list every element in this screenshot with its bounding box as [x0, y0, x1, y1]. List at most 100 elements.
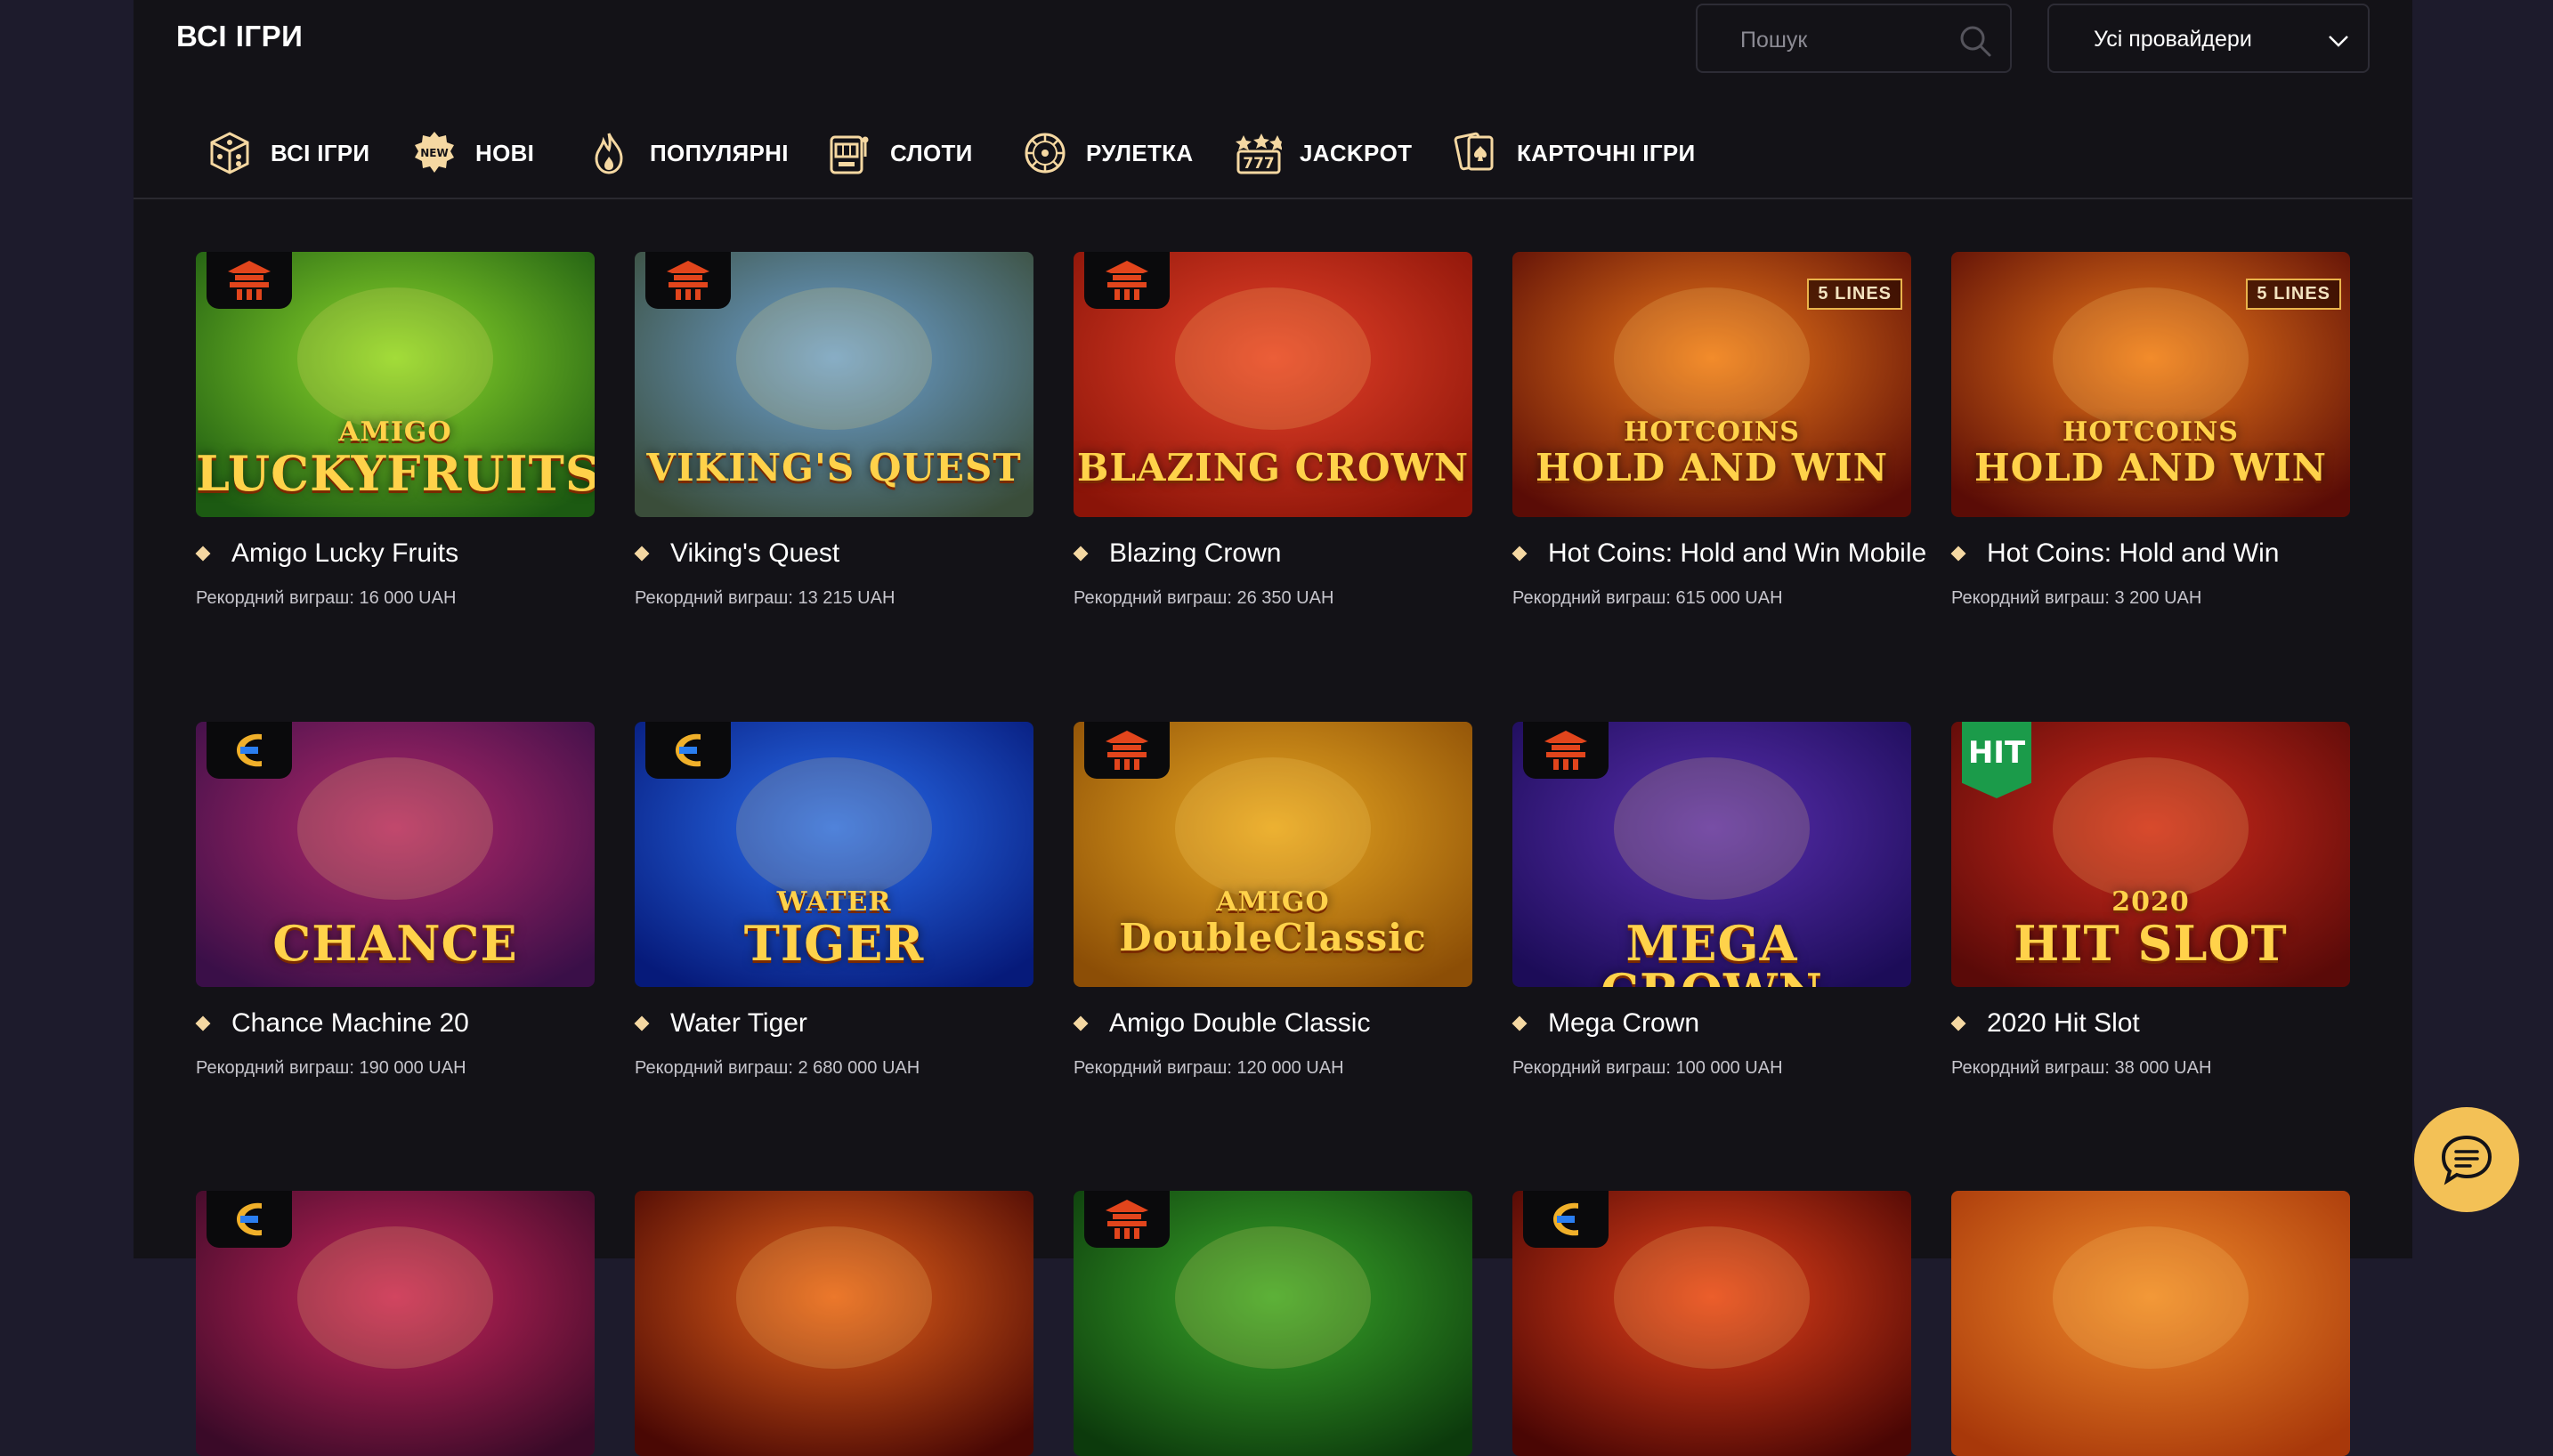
fire-icon [595, 133, 623, 174]
provider-badge [1523, 1191, 1609, 1248]
game-card[interactable]: HOTCOINS HOLD AND WIN 5 LINES Hot Coins: Ho… [1950, 252, 2350, 608]
tab-popular[interactable]: ПОПУЛЯРНІ [586, 125, 789, 182]
lines-badge: 5 LINES [1807, 279, 1902, 310]
diamond-bullet-icon [1950, 546, 1966, 562]
game-thumbnail[interactable]: CHANCE [196, 722, 595, 987]
tab-slots[interactable]: СЛОТИ [826, 125, 973, 182]
provider-badge [645, 722, 731, 779]
record-win: Рекордний виграш: 100 000 UAH [1512, 1058, 1783, 1078]
game-card[interactable] [1951, 1191, 2350, 1456]
tab-new[interactable]: NEW НОВІ [411, 125, 534, 182]
hit-badge: HIT [1962, 722, 2031, 798]
provider-badge [1084, 1191, 1170, 1248]
game-thumbnail[interactable] [1951, 1191, 2350, 1456]
game-thumbnail[interactable]: WATER TIGER [635, 722, 1033, 987]
tab-label: РУЛЕТКА [1086, 139, 1194, 166]
game-card[interactable]: HOTCOINS HOLD AND WIN 5 LINES Hot Coins: Ho… [1512, 252, 1926, 608]
game-thumbnail[interactable] [1074, 1191, 1472, 1456]
game-title[interactable]: Chance Machine 20 [231, 1008, 469, 1039]
game-card[interactable]: MEGA CROWN Mega Crown Рекордний виграш: 10… [1512, 722, 1911, 1078]
tab-label: СЛОТИ [890, 139, 973, 166]
pagoda-icon [1106, 731, 1148, 770]
diamond-bullet-icon [634, 1015, 650, 1031]
tab-jackpot[interactable]: 777 JACKPOT [1236, 125, 1412, 182]
record-win: Рекордний виграш: 26 350 UAH [1074, 588, 1334, 608]
artwork-caption-main: CHANCE [272, 915, 518, 972]
artwork-caption-main: VIKING'S QUEST [646, 446, 1022, 489]
provider-select[interactable]: Усі провайдери [2047, 4, 2370, 73]
game-thumbnail[interactable]: 2020 HIT SLOT HIT [1951, 722, 2350, 987]
diamond-bullet-icon [634, 546, 650, 562]
game-title[interactable]: Mega Crown [1548, 1008, 1699, 1039]
page-title: ВСІ ІГРИ [176, 20, 304, 53]
artwork-caption-top: HOTCOINS [1624, 417, 1800, 448]
diamond-bullet-icon [1950, 1015, 1966, 1031]
cards-icon [1454, 132, 1494, 171]
game-thumbnail[interactable]: HOTCOINS HOLD AND WIN 5 LINES [1512, 252, 1911, 517]
new-badge-icon: NEW [415, 132, 454, 173]
game-card[interactable] [1512, 1191, 1911, 1456]
game-thumbnail[interactable]: VIKING'S QUEST [635, 252, 1033, 517]
game-thumbnail[interactable]: AMIGO LUCKYFRUITS [196, 252, 595, 517]
game-title[interactable]: Blazing Crown [1109, 538, 1281, 569]
game-title[interactable]: Hot Coins: Hold and Win Mobile [1548, 538, 1926, 569]
pagoda-icon [667, 261, 709, 300]
game-card[interactable]: 2020 HIT SLOT HIT 2020 Hit Slot Рекордний ви… [1950, 722, 2350, 1078]
game-title[interactable]: Hot Coins: Hold and Win [1987, 538, 2279, 569]
game-title[interactable]: Amigo Lucky Fruits [231, 538, 458, 569]
game-thumbnail[interactable] [1512, 1191, 1911, 1456]
artwork-caption-top: AMIGO [338, 417, 452, 448]
game-card[interactable]: BLAZING CROWN Blazing Crown Рекордний вигр… [1073, 252, 1472, 608]
provider-badge [1084, 252, 1170, 309]
game-title-row: Hot Coins: Hold and Win Mobile [1512, 538, 1926, 569]
record-win: Рекордний виграш: 13 215 UAH [635, 588, 896, 608]
provider-badge [1084, 722, 1170, 779]
diamond-bullet-icon [1512, 1015, 1528, 1031]
game-card[interactable] [1074, 1191, 1472, 1456]
search-box[interactable] [1696, 4, 2012, 73]
game-card[interactable]: WATER TIGER Water Tiger Рекордний виграш: 2… [634, 722, 1033, 1078]
record-win: Рекордний виграш: 190 000 UAH [196, 1058, 466, 1078]
tab-roulette[interactable]: РУЛЕТКА [1022, 125, 1193, 182]
provider-badge [1523, 722, 1609, 779]
game-card[interactable]: CHANCE Chance Machine 20 Рекордний виграш:… [195, 722, 595, 1078]
tab-label: ПОПУЛЯРНІ [650, 139, 789, 166]
pagoda-icon [228, 261, 271, 300]
game-thumbnail[interactable] [635, 1191, 1033, 1456]
tab-card-games[interactable]: КАРТОЧНІ ІГРИ [1453, 125, 1696, 182]
diamond-bullet-icon [195, 546, 211, 562]
record-win: Рекордний виграш: 2 680 000 UAH [635, 1058, 920, 1078]
tabs-divider [134, 198, 2412, 199]
game-thumbnail[interactable]: MEGA CROWN [1512, 722, 1911, 987]
game-card[interactable]: VIKING'S QUEST Viking's Quest Рекордний ви… [634, 252, 1033, 608]
roulette-icon [1025, 133, 1066, 174]
artwork-caption-main: LUCKYFRUITS [196, 445, 595, 502]
artwork-caption-main: TIGER [743, 915, 925, 972]
search-icon[interactable] [1957, 23, 1993, 59]
game-card[interactable] [635, 1191, 1033, 1456]
game-title[interactable]: Amigo Double Classic [1109, 1008, 1370, 1039]
pagoda-icon [1106, 1200, 1148, 1239]
artwork-caption-main: HOLD AND WIN [1535, 446, 1889, 489]
game-title[interactable]: Water Tiger [670, 1008, 807, 1039]
tab-all-games[interactable]: ВСІ ІГРИ [207, 125, 369, 182]
game-thumbnail[interactable]: BLAZING CROWN [1074, 252, 1472, 517]
game-card[interactable] [196, 1191, 595, 1456]
game-title-row: Mega Crown [1512, 1008, 1699, 1039]
game-thumbnail[interactable]: AMIGO DoubleClassic [1074, 722, 1472, 987]
chevron-down-icon [2329, 36, 2348, 47]
game-title-row: Viking's Quest [634, 538, 839, 569]
chat-button[interactable] [2414, 1107, 2519, 1212]
artwork-caption-top: 2020 [2111, 886, 2190, 918]
game-card[interactable]: AMIGO LUCKYFRUITS Amigo Lucky Fruits Рекорд… [195, 252, 595, 608]
provider-badge [645, 252, 731, 309]
game-card[interactable]: AMIGO DoubleClassic Amigo Double Classic Ре… [1073, 722, 1472, 1078]
game-title[interactable]: 2020 Hit Slot [1987, 1008, 2140, 1039]
artwork-caption-main: HOLD AND WIN [1974, 446, 2328, 489]
record-win: Рекордний виграш: 38 000 UAH [1951, 1058, 2212, 1078]
game-thumbnail[interactable]: HOTCOINS HOLD AND WIN 5 LINES [1951, 252, 2350, 517]
search-input[interactable] [1738, 23, 1947, 57]
game-thumbnail[interactable] [196, 1191, 595, 1456]
game-title[interactable]: Viking's Quest [670, 538, 839, 569]
record-win: Рекордний виграш: 16 000 UAH [196, 588, 457, 608]
